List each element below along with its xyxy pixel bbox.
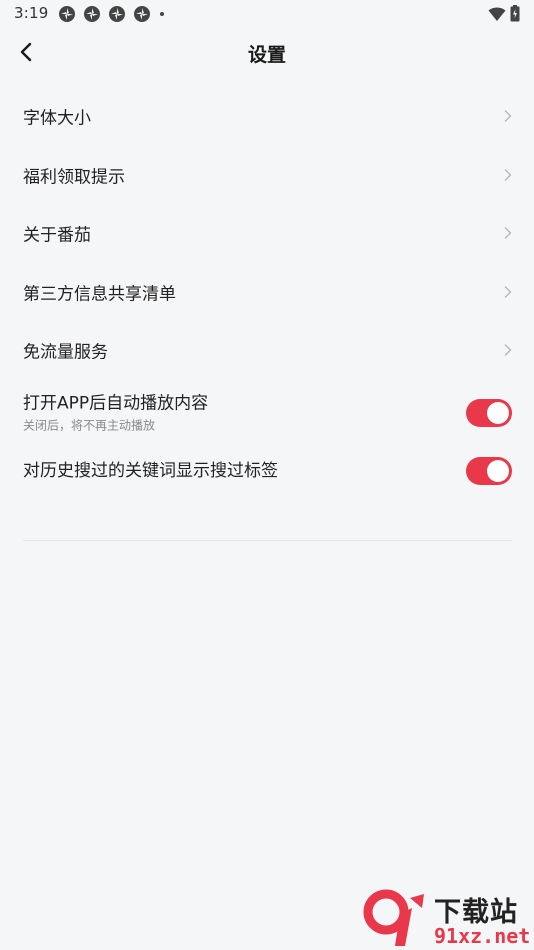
status-time: 3:19 <box>14 4 49 22</box>
switch-knob <box>487 401 509 424</box>
app-header: 设置 <box>0 28 534 78</box>
toggle-label: 打开APP后自动播放内容 <box>23 393 209 413</box>
chevron-right-icon <box>504 227 512 239</box>
settings-item-third-party-sharing[interactable]: 第三方信息共享清单 <box>0 263 534 322</box>
chevron-right-icon <box>504 286 512 298</box>
watermark: 下载站 91xz.net <box>362 888 534 950</box>
wifi-icon <box>488 7 506 21</box>
divider <box>23 540 512 541</box>
toggle-text: 对历史搜过的关键词显示搜过标签 <box>23 460 278 482</box>
search-tag-switch[interactable] <box>466 457 512 485</box>
more-notifications-dot <box>160 12 164 16</box>
settings-list: 字体大小 福利领取提示 关于番茄 第三方信息共享清单 免流量服务 打开APP后自… <box>0 87 534 497</box>
chevron-right-icon <box>504 169 512 181</box>
toggle-text: 打开APP后自动播放内容 关闭后，将不再主动播放 <box>23 392 208 433</box>
watermark-logo-icon <box>363 889 424 946</box>
status-right <box>488 5 520 22</box>
page-title: 设置 <box>247 44 286 66</box>
settings-toggle-autoplay: 打开APP后自动播放内容 关闭后，将不再主动播放 <box>0 380 534 446</box>
watermark-domain: 91xz.net <box>434 924 531 948</box>
settings-item-label: 免流量服务 <box>23 342 108 363</box>
settings-item-font-size[interactable]: 字体大小 <box>0 87 534 146</box>
settings-toggle-search-tag: 对历史搜过的关键词显示搜过标签 <box>0 446 534 497</box>
switch-knob <box>487 460 509 482</box>
settings-item-label: 关于番茄 <box>23 225 91 246</box>
settings-item-label: 福利领取提示 <box>23 167 125 188</box>
toggle-label: 对历史搜过的关键词显示搜过标签 <box>23 461 278 481</box>
chevron-right-icon <box>504 110 512 122</box>
app-notification-icon <box>84 6 100 22</box>
toggle-sublabel: 关闭后，将不再主动播放 <box>23 418 156 432</box>
notification-icons <box>58 5 164 23</box>
app-notification-icon <box>59 6 75 22</box>
battery-icon <box>510 5 520 22</box>
settings-item-welfare-reminder[interactable]: 福利领取提示 <box>0 146 534 205</box>
settings-item-label: 第三方信息共享清单 <box>23 284 176 305</box>
status-bar: 3:19 <box>0 0 534 28</box>
settings-item-label: 字体大小 <box>23 108 91 129</box>
settings-item-free-data[interactable]: 免流量服务 <box>0 321 534 380</box>
app-notification-icon <box>109 6 125 22</box>
app-notification-icon <box>134 6 150 22</box>
autoplay-switch[interactable] <box>466 398 512 427</box>
chevron-right-icon <box>504 344 512 356</box>
settings-item-about[interactable]: 关于番茄 <box>0 204 534 263</box>
